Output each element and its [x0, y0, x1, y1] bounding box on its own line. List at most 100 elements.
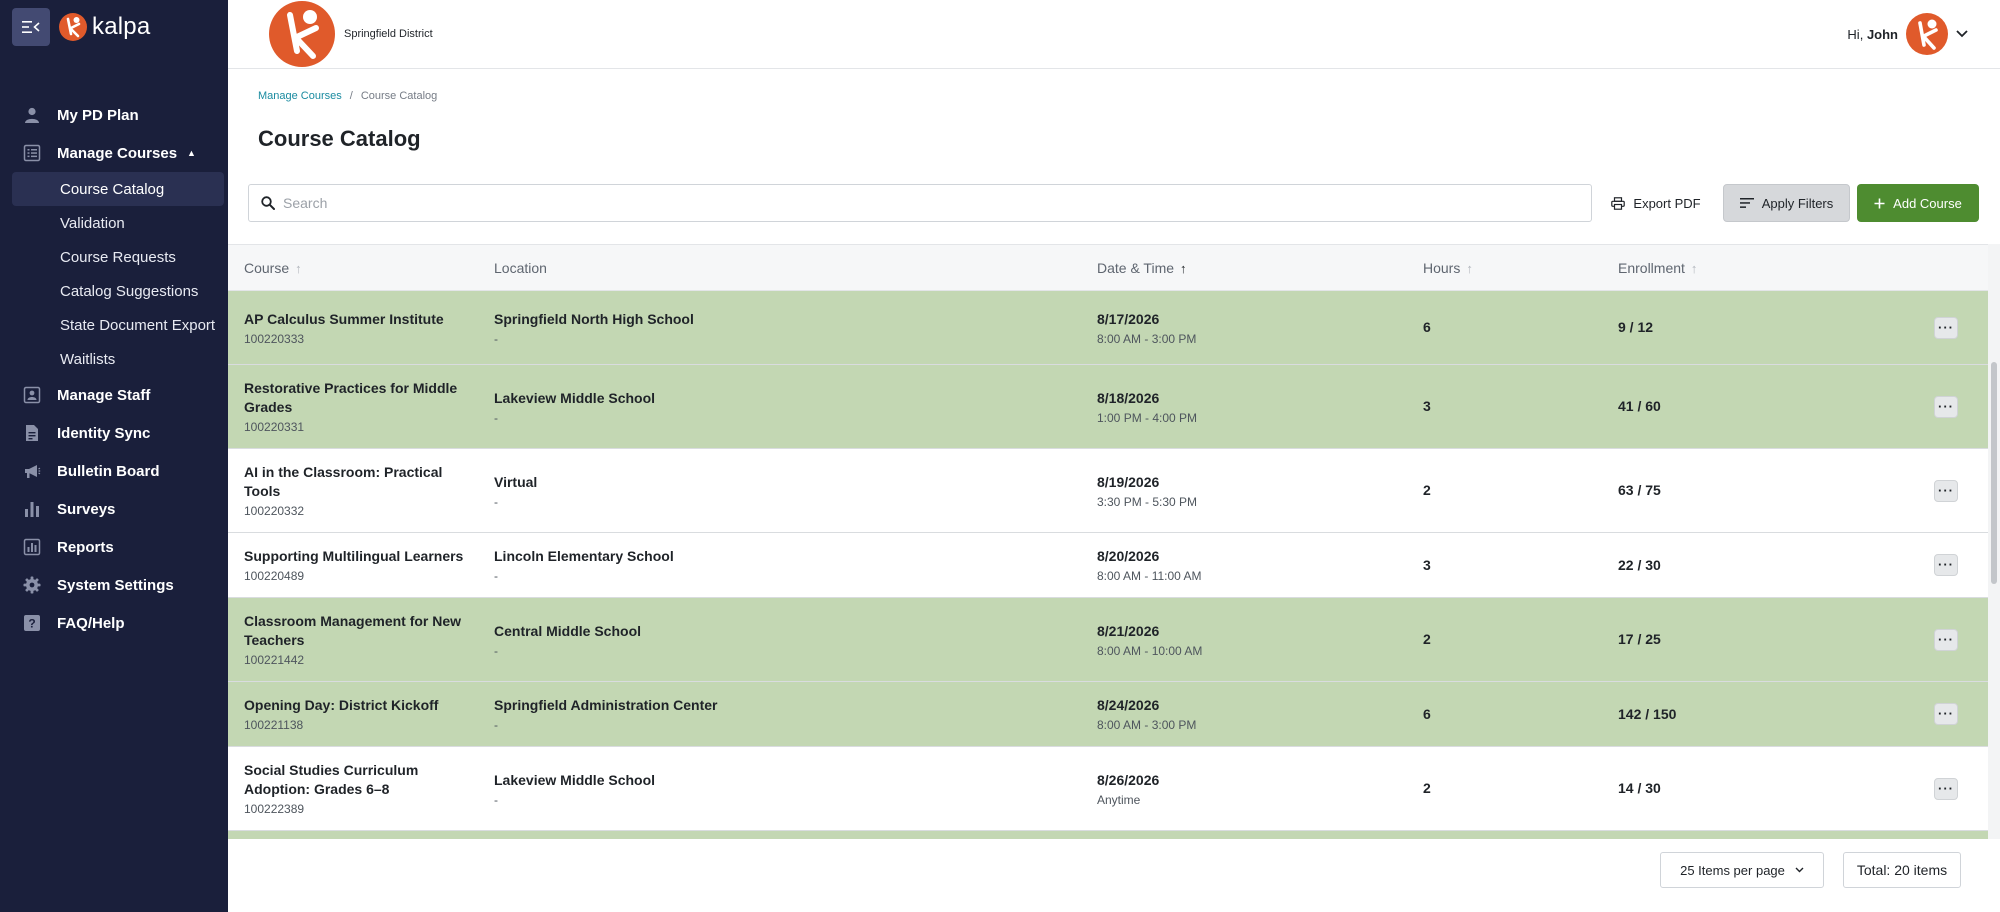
more-options-button[interactable]: ···: [1934, 479, 1958, 502]
course-id: 100221138: [244, 718, 304, 732]
add-course-label: Add Course: [1893, 195, 1962, 211]
date-time-cell: 8/18/2026 1:00 PM - 4:00 PM: [1097, 365, 1397, 448]
sidebar-item-label: Bulletin Board: [57, 462, 160, 480]
sidebar-item-label: Manage Staff: [57, 386, 151, 404]
sidebar-item-label: Reports: [57, 538, 114, 556]
sidebar-item-my-pd-plan[interactable]: My PD Plan: [0, 96, 228, 134]
total-items: Total: 20 items: [1843, 852, 1961, 888]
brand-logo[interactable]: kalpa: [58, 12, 150, 42]
course-hours: 2: [1423, 780, 1431, 796]
column-header-course[interactable]: Course ↑: [244, 245, 302, 291]
location-cell: Lakeview Middle School -: [494, 747, 1054, 830]
sidebar-item-label: Manage Courses: [57, 144, 178, 162]
export-pdf-button[interactable]: Export PDF: [1604, 184, 1708, 222]
course-date: 8/24/2026: [1097, 697, 1160, 713]
hours-cell: 2: [1423, 449, 1431, 532]
column-header-enrollment[interactable]: Enrollment ↑: [1618, 245, 1697, 291]
collapse-menu-button[interactable]: [12, 8, 50, 46]
search-input[interactable]: [283, 195, 1563, 211]
sidebar-item-manage-staff[interactable]: Manage Staff: [0, 376, 228, 414]
more-options-button[interactable]: ···: [1934, 316, 1958, 339]
course-name: Social Studies Curriculum Adoption: Grad…: [244, 762, 419, 797]
table-row[interactable]: Social Studies Curriculum Adoption: Grad…: [228, 747, 1988, 831]
user-greeting: Hi, John: [1847, 27, 1898, 42]
more-options-button[interactable]: ···: [1934, 395, 1958, 418]
breadcrumb: Manage Courses / Course Catalog: [258, 90, 437, 102]
course-enrollment: 41 / 60: [1618, 398, 1661, 414]
sidebar-item-reports[interactable]: Reports: [0, 528, 228, 566]
search-box[interactable]: [248, 184, 1592, 222]
top-header: Springfield District Hi, John: [228, 0, 2000, 69]
location-detail: -: [494, 792, 498, 807]
column-header-date-time[interactable]: Date & Time ↑: [1097, 245, 1187, 291]
more-options-button[interactable]: ···: [1934, 777, 1958, 800]
table-body: AP Calculus Summer Institute 100220333 Spr…: [228, 291, 1988, 839]
table-row[interactable]: Restorative Practices for Middle Grades 1…: [228, 365, 1988, 449]
sidebar-subitem-course-requests[interactable]: Course Requests: [0, 240, 228, 274]
enrollment-cell: 41 / 60: [1618, 365, 1661, 448]
course-date: 8/18/2026: [1097, 389, 1160, 406]
apply-filters-button[interactable]: Apply Filters: [1723, 184, 1850, 222]
table-row[interactable]: Supporting Multilingual Learners 10022048…: [228, 533, 1988, 598]
report-icon: [22, 537, 42, 557]
sidebar-item-label: Surveys: [57, 500, 116, 518]
more-options-button[interactable]: ···: [1934, 554, 1958, 576]
table-scrollbar[interactable]: [1988, 244, 2000, 839]
course-name: Restorative Practices for Middle Grades: [244, 380, 458, 415]
course-table: Course ↑ Location Date & Time ↑ Hours ↑ Enrollm…: [228, 244, 1988, 839]
sidebar-subitem-waitlists[interactable]: Waitlists: [0, 342, 228, 376]
course-id: 100220333: [244, 331, 305, 346]
sidebar-subitem-course-catalog[interactable]: Course Catalog: [12, 172, 224, 206]
sidebar-item-label: System Settings: [57, 576, 174, 594]
column-header-label: Course: [244, 260, 290, 276]
location-name: Central Middle School: [494, 622, 642, 639]
caret-up-icon: ▲: [187, 148, 196, 158]
chevron-down-icon: [1956, 30, 1968, 38]
date-time-cell: 8/21/2026 8:00 AM - 10:00 AM: [1097, 598, 1397, 681]
column-header-location: Location: [494, 245, 547, 291]
course-date: 8/26/2026: [1097, 771, 1160, 788]
location-name: Springfield Administration Center: [494, 697, 718, 713]
more-options-button[interactable]: ···: [1934, 703, 1958, 725]
location-detail: -: [494, 569, 498, 583]
table-row[interactable]: [228, 831, 1988, 839]
table-row[interactable]: Classroom Management for New Teachers 100…: [228, 598, 1988, 682]
more-options-button[interactable]: ···: [1934, 628, 1958, 651]
sidebar-subitem-state-document-export[interactable]: State Document Export: [0, 308, 228, 342]
course-hours: 6: [1423, 319, 1431, 335]
course-cell: [244, 831, 474, 839]
table-row[interactable]: Opening Day: District Kickoff 100221138 Sp…: [228, 682, 1988, 747]
course-id: 100220489: [244, 569, 305, 583]
scrollbar-thumb[interactable]: [1991, 362, 1997, 584]
sidebar-item-system-settings[interactable]: System Settings: [0, 566, 228, 604]
location-name: Virtual: [494, 473, 538, 490]
chevron-down-icon: [1795, 867, 1804, 873]
more-horizontal-icon: ···: [1938, 398, 1954, 414]
items-per-page-select[interactable]: 25 Items per page: [1660, 852, 1824, 888]
course-hours: 2: [1423, 482, 1431, 498]
course-enrollment: 22 / 30: [1618, 556, 1661, 573]
course-hours: 3: [1423, 398, 1431, 414]
table-row[interactable]: AP Calculus Summer Institute 100220333 Spr…: [228, 291, 1988, 365]
sidebar-item-manage-courses[interactable]: Manage Courses ▲: [0, 134, 228, 172]
location-detail: -: [494, 331, 498, 346]
sidebar-item-identity-sync[interactable]: Identity Sync: [0, 414, 228, 452]
sidebar-item-faq-help[interactable]: ? FAQ/Help: [0, 604, 228, 642]
sidebar-nav: My PD Plan Manage Courses ▲ Course Catalog V…: [0, 96, 228, 642]
add-course-button[interactable]: Add Course: [1857, 184, 1979, 222]
sidebar-item-surveys[interactable]: Surveys: [0, 490, 228, 528]
enrollment-cell: 14 / 30: [1618, 747, 1661, 830]
breadcrumb-manage-courses[interactable]: Manage Courses: [258, 90, 342, 102]
sidebar-item-bulletin-board[interactable]: Bulletin Board: [0, 452, 228, 490]
sidebar-subitem-catalog-suggestions[interactable]: Catalog Suggestions: [0, 274, 228, 308]
user-menu[interactable]: Hi, John: [1847, 13, 1968, 55]
items-per-page-value: 25 Items per page: [1680, 862, 1785, 878]
district-logo-icon: [269, 1, 335, 67]
course-name: Opening Day: District Kickoff: [244, 697, 439, 713]
location-cell: Central Middle School -: [494, 598, 1054, 681]
more-horizontal-icon: ···: [1938, 482, 1954, 498]
course-cell: Social Studies Curriculum Adoption: Grad…: [244, 747, 474, 830]
sidebar-subitem-validation[interactable]: Validation: [0, 206, 228, 240]
table-row[interactable]: AI in the Classroom: Practical Tools 1002…: [228, 449, 1988, 533]
column-header-hours[interactable]: Hours ↑: [1423, 245, 1473, 291]
